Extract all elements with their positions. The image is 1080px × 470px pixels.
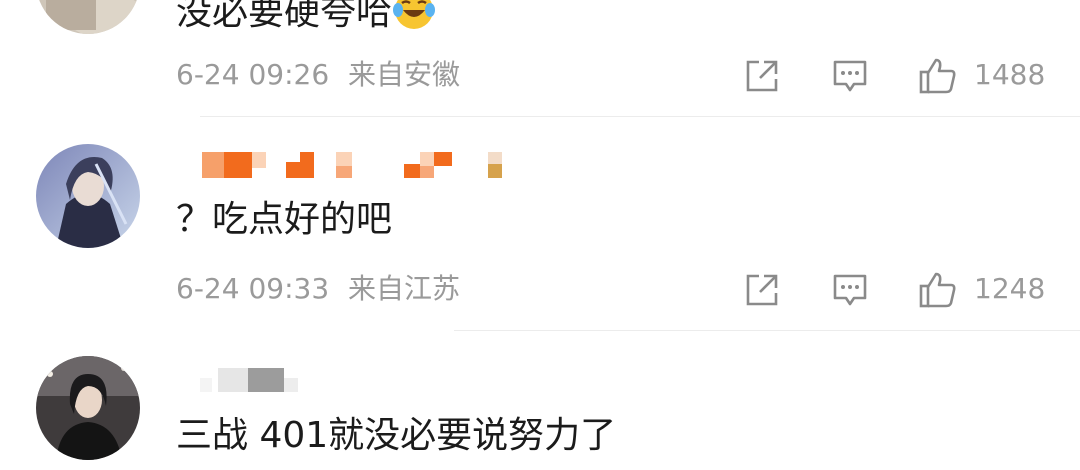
comment-text: 三战 401就没必要说努力了 — [176, 415, 617, 456]
comment-actions: 1248 — [0, 270, 1080, 310]
comment-item: 没必要硬夸哈 6-24 09:26 来自安徽 1488 — [0, 0, 1080, 118]
masked-username[interactable] — [200, 148, 520, 184]
mosaic-block — [218, 368, 248, 392]
mosaic-block — [300, 152, 314, 178]
mosaic-block — [336, 166, 352, 178]
divider — [200, 116, 1080, 117]
comment-item: ？吃点好的吧 6-24 09:33 来自江苏 1248 — [0, 118, 1080, 332]
comment-icon[interactable] — [832, 272, 868, 308]
mosaic-block — [202, 152, 224, 178]
mosaic-block — [248, 368, 284, 392]
mosaic-block — [488, 152, 502, 164]
mosaic-block — [284, 378, 298, 392]
comment-actions: 1488 — [0, 56, 1080, 96]
mosaic-block — [420, 166, 434, 178]
comment-item: 三战 401就没必要说努力了 — [0, 332, 1080, 470]
mosaic-block — [252, 152, 266, 168]
like-count: 1248 — [974, 272, 1046, 305]
mosaic-block — [488, 164, 502, 178]
mosaic-block — [224, 152, 252, 178]
comment-text: 没必要硬夸哈 — [176, 0, 436, 35]
share-icon[interactable] — [744, 272, 780, 308]
divider — [454, 330, 1080, 331]
laughing-crying-emoji-icon — [392, 0, 436, 32]
mosaic-block — [404, 164, 420, 178]
share-icon[interactable] — [744, 58, 780, 94]
mosaic-block — [200, 378, 212, 392]
avatar[interactable] — [36, 144, 140, 248]
mosaic-block — [434, 152, 452, 166]
mosaic-block — [420, 152, 434, 166]
comment-text: ？吃点好的吧 — [176, 199, 393, 240]
like-icon[interactable] — [918, 56, 958, 96]
avatar[interactable] — [36, 0, 140, 34]
like-count: 1488 — [974, 58, 1046, 91]
like-icon[interactable] — [918, 270, 958, 310]
avatar[interactable] — [36, 356, 140, 460]
mosaic-block — [336, 152, 352, 166]
masked-username[interactable] — [200, 368, 320, 404]
comment-icon[interactable] — [832, 58, 868, 94]
mosaic-block — [286, 162, 300, 178]
